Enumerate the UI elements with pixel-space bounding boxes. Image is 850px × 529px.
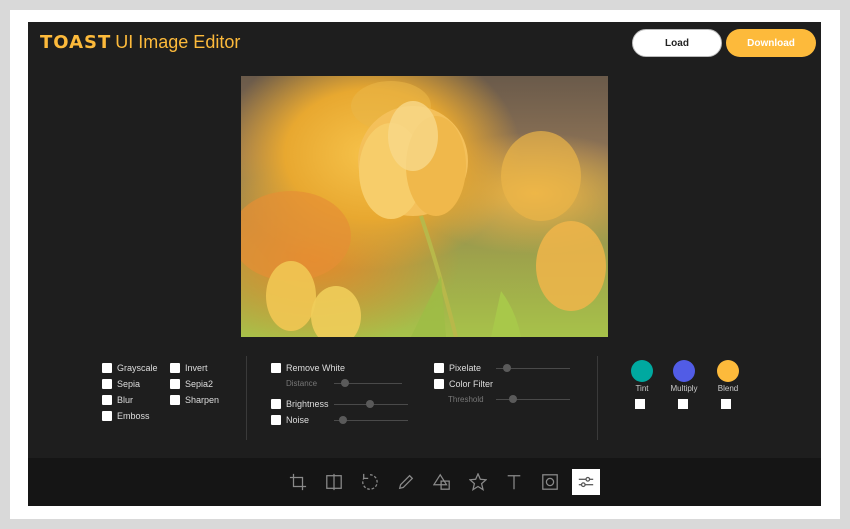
text-icon xyxy=(507,475,521,490)
remove-white-checkbox[interactable]: Remove White xyxy=(271,363,345,373)
logo: TOAST UI Image Editor xyxy=(40,32,240,53)
icon-button[interactable] xyxy=(464,469,492,495)
crop-button[interactable] xyxy=(284,469,312,495)
threshold-slider[interactable] xyxy=(496,399,570,400)
checkbox-box[interactable] xyxy=(102,379,112,389)
sepia-label: Sepia xyxy=(117,379,141,389)
shape-icon xyxy=(433,473,450,490)
image-editor: TOAST UI Image Editor Load Download Grays… xyxy=(28,22,821,506)
pixelate-slider-knob[interactable] xyxy=(503,364,511,372)
distance-label: Distance xyxy=(286,379,318,388)
brightness-label: Brightness xyxy=(286,399,329,409)
divider xyxy=(597,356,598,440)
multiply-color-swatch[interactable] xyxy=(673,360,695,382)
shape-button[interactable] xyxy=(428,469,456,495)
multiply-label: Multiply xyxy=(670,384,698,393)
text-button[interactable] xyxy=(500,469,528,495)
sepia2-label: Sepia2 xyxy=(185,379,214,389)
brightness-checkbox[interactable]: Brightness xyxy=(271,399,329,409)
draw-icon xyxy=(398,474,414,490)
tulip-photo xyxy=(241,81,606,337)
checkbox-box[interactable] xyxy=(434,379,444,389)
brightness-slider-knob[interactable] xyxy=(366,400,374,408)
blend-label: Blend xyxy=(717,384,739,393)
invert-checkbox[interactable]: Invert xyxy=(170,363,208,373)
noise-label: Noise xyxy=(286,415,310,425)
rotate-button[interactable] xyxy=(356,469,384,495)
blend-color-swatch[interactable] xyxy=(717,360,739,382)
filter-icon xyxy=(578,476,594,488)
emboss-checkbox[interactable]: Emboss xyxy=(102,411,150,421)
bottom-toolbar xyxy=(28,458,821,506)
checkbox-box[interactable] xyxy=(102,395,112,405)
mask-icon xyxy=(542,474,558,490)
logo-brand: TOAST xyxy=(40,32,112,53)
multiply-checkbox[interactable] xyxy=(678,399,688,409)
checkbox-box[interactable] xyxy=(170,395,180,405)
noise-checkbox[interactable]: Noise xyxy=(271,415,309,425)
color-filter-label: Color Filter xyxy=(449,379,494,389)
grayscale-checkbox[interactable]: Grayscale xyxy=(102,363,158,373)
tint-checkbox[interactable] xyxy=(635,399,645,409)
blur-checkbox[interactable]: Blur xyxy=(102,395,133,405)
remove-white-label: Remove White xyxy=(286,363,346,373)
pixelate-label: Pixelate xyxy=(449,363,482,373)
checkbox-box[interactable] xyxy=(170,363,180,373)
rotate-icon xyxy=(362,473,378,490)
checkbox-box[interactable] xyxy=(102,363,112,373)
checkbox-box[interactable] xyxy=(271,399,281,409)
color-filter-checkbox[interactable]: Color Filter xyxy=(434,379,493,389)
sepia-checkbox[interactable]: Sepia xyxy=(102,379,140,389)
filter-button[interactable] xyxy=(572,469,600,495)
logo-title: UI Image Editor xyxy=(115,32,241,52)
tint-color-swatch[interactable] xyxy=(631,360,653,382)
image-canvas[interactable] xyxy=(241,76,608,337)
mask-button[interactable] xyxy=(536,469,564,495)
checkbox-box[interactable] xyxy=(170,379,180,389)
checkbox-box[interactable] xyxy=(102,411,112,421)
grayscale-label: Grayscale xyxy=(117,363,158,373)
draw-button[interactable] xyxy=(392,469,420,495)
download-button[interactable]: Download xyxy=(726,29,816,57)
threshold-label: Threshold xyxy=(448,395,484,404)
flip-button[interactable] xyxy=(320,469,348,495)
invert-label: Invert xyxy=(185,363,208,373)
load-button[interactable]: Load xyxy=(632,29,722,57)
blur-label: Blur xyxy=(117,395,134,405)
sharpen-label: Sharpen xyxy=(185,395,220,405)
sharpen-checkbox[interactable]: Sharpen xyxy=(170,395,219,405)
checkbox-box[interactable] xyxy=(271,363,281,373)
divider xyxy=(246,356,247,440)
crop-icon xyxy=(289,473,307,491)
distance-slider-knob[interactable] xyxy=(341,379,349,387)
noise-slider-knob[interactable] xyxy=(339,416,347,424)
threshold-slider-knob[interactable] xyxy=(509,395,517,403)
blend-checkbox[interactable] xyxy=(721,399,731,409)
sepia2-checkbox[interactable]: Sepia2 xyxy=(170,379,213,389)
pixelate-checkbox[interactable]: Pixelate xyxy=(434,363,481,373)
checkbox-box[interactable] xyxy=(271,415,281,425)
checkbox-box[interactable] xyxy=(434,363,444,373)
flip-icon xyxy=(326,473,342,491)
emboss-label: Emboss xyxy=(117,411,150,421)
star-icon xyxy=(469,473,487,491)
